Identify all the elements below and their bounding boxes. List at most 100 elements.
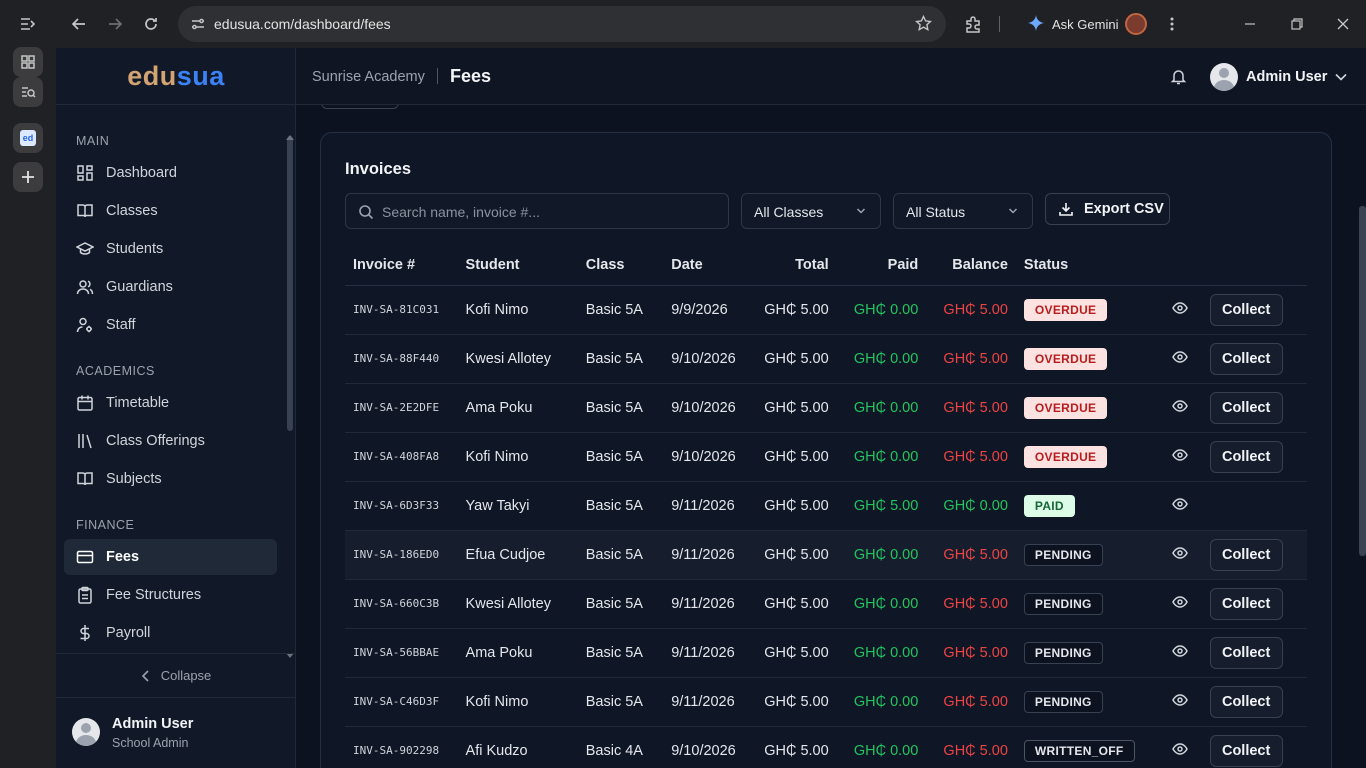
sidebar-item-payroll[interactable]: Payroll <box>64 615 277 651</box>
minimize-icon[interactable] <box>1238 12 1262 36</box>
view-eye-icon[interactable] <box>1171 594 1188 610</box>
collect-button[interactable]: Collect <box>1209 685 1283 718</box>
collect-button[interactable]: Collect <box>1209 342 1283 375</box>
restore-icon[interactable] <box>1285 12 1309 36</box>
edusua-logo[interactable]: edu sua <box>56 48 296 105</box>
table-row[interactable]: INV-SA-6D3F33 Yaw Takyi Basic 5A 9/11/2026 G… <box>345 481 1307 531</box>
collect-button[interactable]: Collect <box>1209 734 1283 767</box>
column-header-invoice[interactable]: Invoice # <box>345 245 458 286</box>
table-row[interactable]: INV-SA-81C031 Kofi Nimo Basic 5A 9/9/2026 GH… <box>345 285 1307 335</box>
collect-button[interactable]: Collect <box>1209 587 1283 620</box>
status-badge: OVERDUE <box>1023 347 1108 370</box>
sidebar-toggle-icon[interactable] <box>13 9 43 39</box>
export-csv-button[interactable]: Export CSV <box>1045 193 1170 225</box>
date-cell: 9/11/2026 <box>663 628 755 678</box>
header-user-menu[interactable]: Admin User <box>1210 63 1347 91</box>
notifications-bell-icon[interactable] <box>1170 68 1187 90</box>
breadcrumb-school[interactable]: Sunrise Academy <box>312 69 425 85</box>
main-scrollbar[interactable] <box>1359 206 1366 556</box>
sidebar-item-class-offerings[interactable]: Class Offerings <box>64 423 277 459</box>
bookmark-star-icon[interactable] <box>915 14 932 37</box>
ask-gemini-button[interactable]: Ask Gemini <box>1020 6 1126 42</box>
forward-icon[interactable] <box>103 12 127 36</box>
reload-icon[interactable] <box>139 12 163 36</box>
view-eye-icon[interactable] <box>1171 741 1188 757</box>
collapse-sidebar-button[interactable]: Collapse <box>56 653 296 697</box>
column-header-balance[interactable]: Balance <box>926 245 1016 286</box>
view-eye-icon[interactable] <box>1171 496 1188 512</box>
column-header-paid[interactable]: Paid <box>836 245 927 286</box>
paid-cell: GH₵ 0.00 <box>836 285 927 335</box>
sidebar-item-classes[interactable]: Classes <box>64 193 277 229</box>
status-filter-select[interactable]: All Status <box>893 193 1033 229</box>
view-eye-icon[interactable] <box>1171 692 1188 708</box>
column-header-class[interactable]: Class <box>577 245 664 286</box>
edusua-tab-favicon-icon[interactable]: ed <box>13 123 43 153</box>
sidebar-scrollbar[interactable] <box>287 136 293 431</box>
profile-avatar-icon[interactable] <box>1124 12 1148 36</box>
browser-menu-icon[interactable] <box>1160 12 1184 36</box>
new-tab-icon[interactable] <box>13 162 43 192</box>
sidebar-item-dashboard[interactable]: Dashboard <box>64 155 277 191</box>
address-bar[interactable]: edusua.com/dashboard/fees <box>178 6 946 42</box>
view-eye-icon[interactable] <box>1171 447 1188 463</box>
table-row[interactable]: INV-SA-56BBAE Ama Poku Basic 5A 9/11/2026 GH… <box>345 628 1307 678</box>
back-icon[interactable] <box>67 12 91 36</box>
table-row[interactable]: INV-SA-2E2DFE Ama Poku Basic 5A 9/10/2026 GH… <box>345 383 1307 433</box>
book-open-icon <box>77 472 93 486</box>
collect-button[interactable]: Collect <box>1209 293 1283 326</box>
sidebar-item-timetable[interactable]: Timetable <box>64 385 277 421</box>
table-row[interactable]: INV-SA-902298 Afi Kudzo Basic 4A 9/10/2026 G… <box>345 726 1307 768</box>
avatar <box>1210 63 1238 91</box>
table-row[interactable]: INV-SA-660C3B Kwesi Allotey Basic 5A 9/11/2… <box>345 579 1307 629</box>
sidebar-item-fee-structures[interactable]: Fee Structures <box>64 577 277 613</box>
sidebar-item-students[interactable]: Students <box>64 231 277 267</box>
table-row[interactable]: INV-SA-186ED0 Efua Cudjoe Basic 5A 9/11/202… <box>345 530 1307 580</box>
invoice-number-cell[interactable]: INV-SA-408FA8 <box>345 432 458 482</box>
sidebar-item-label: Classes <box>106 203 158 219</box>
invoice-number-cell[interactable]: INV-SA-902298 <box>345 726 458 768</box>
invoice-number-cell[interactable]: INV-SA-6D3F33 <box>345 481 458 531</box>
status-cell: PENDING <box>1015 628 1143 678</box>
view-eye-icon[interactable] <box>1171 643 1188 659</box>
view-eye-icon[interactable] <box>1171 300 1188 316</box>
scroll-up-icon[interactable] <box>286 127 294 140</box>
sidebar-user-card[interactable]: Admin User School Admin <box>56 697 296 768</box>
site-info-icon[interactable] <box>190 16 206 37</box>
collect-button[interactable]: Collect <box>1209 440 1283 473</box>
column-header-total[interactable]: Total <box>754 245 837 286</box>
close-window-icon[interactable] <box>1331 12 1355 36</box>
extensions-icon[interactable] <box>961 12 985 36</box>
class-filter-select[interactable]: All Classes <box>741 193 881 229</box>
collect-button[interactable]: Collect <box>1209 636 1283 669</box>
sidebar-item-subjects[interactable]: Subjects <box>64 461 277 497</box>
sidebar-item-staff[interactable]: Staff <box>64 307 277 343</box>
collect-button[interactable]: Collect <box>1209 538 1283 571</box>
view-eye-icon[interactable] <box>1171 398 1188 414</box>
tab-grid-icon[interactable] <box>13 47 43 77</box>
invoice-search-input[interactable]: Search name, invoice #... <box>345 193 729 229</box>
collapse-label: Collapse <box>160 668 212 683</box>
column-header-status[interactable]: Status <box>1015 245 1143 286</box>
invoice-number-cell[interactable]: INV-SA-C46D3F <box>345 677 458 727</box>
view-eye-icon[interactable] <box>1171 545 1188 561</box>
invoice-number-cell[interactable]: INV-SA-81C031 <box>345 285 458 335</box>
table-row[interactable]: INV-SA-408FA8 Kofi Nimo Basic 5A 9/10/2026 G… <box>345 432 1307 482</box>
student-cell: Kwesi Allotey <box>457 579 578 629</box>
column-header-date[interactable]: Date <box>663 245 755 286</box>
collect-button[interactable]: Collect <box>1209 391 1283 424</box>
table-row[interactable]: INV-SA-88F440 Kwesi Allotey Basic 5A 9/10/2… <box>345 334 1307 384</box>
sidebar-item-fees[interactable]: Fees <box>64 539 277 575</box>
scroll-down-icon[interactable] <box>286 646 294 658</box>
tab-search-icon[interactable] <box>13 77 43 107</box>
invoice-number-cell[interactable]: INV-SA-2E2DFE <box>345 383 458 433</box>
search-icon <box>359 205 374 220</box>
column-header-student[interactable]: Student <box>457 245 578 286</box>
view-eye-icon[interactable] <box>1171 349 1188 365</box>
table-row[interactable]: INV-SA-C46D3F Kofi Nimo Basic 5A 9/11/2026 G… <box>345 677 1307 727</box>
sidebar-item-guardians[interactable]: Guardians <box>64 269 277 305</box>
invoice-number-cell[interactable]: INV-SA-56BBAE <box>345 628 458 678</box>
invoice-number-cell[interactable]: INV-SA-186ED0 <box>345 530 458 580</box>
invoice-number-cell[interactable]: INV-SA-660C3B <box>345 579 458 629</box>
invoice-number-cell[interactable]: INV-SA-88F440 <box>345 334 458 384</box>
